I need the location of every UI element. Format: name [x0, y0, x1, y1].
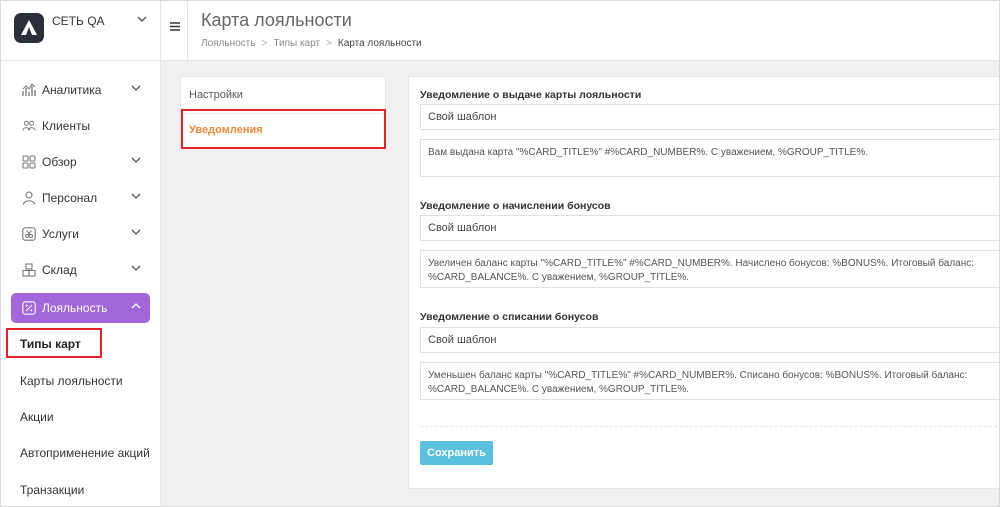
- message-textarea-bonus-accrual[interactable]: Увеличен баланс карты "%CARD_TITLE%" #%C…: [420, 250, 999, 288]
- breadcrumb: Лояльность > Типы карт > Карта лояльност…: [201, 38, 422, 49]
- chevron-down-icon[interactable]: [137, 15, 147, 23]
- brand-name: СЕТЬ QA: [52, 14, 105, 28]
- message-textarea-bonus-writeoff[interactable]: Уменьшен баланс карты "%CARD_TITLE%" #%C…: [420, 362, 999, 400]
- sidebar-item-warehouse[interactable]: Склад: [11, 255, 150, 285]
- message-textarea-card-issue[interactable]: Вам выдана карта "%CARD_TITLE%" #%CARD_N…: [420, 139, 999, 177]
- chevron-down-icon: [131, 229, 141, 235]
- sidebar-item-loyalty[interactable]: Лояльность: [11, 293, 150, 323]
- chart-icon: [22, 83, 36, 97]
- template-select-bonus-accrual[interactable]: Свой шаблон: [420, 215, 999, 241]
- sidebar-item-label: Аналитика: [42, 83, 102, 97]
- chevron-down-icon: [131, 157, 141, 163]
- logo-icon: [21, 20, 37, 35]
- save-button[interactable]: Сохранить: [420, 441, 493, 465]
- grid-icon: [22, 155, 36, 169]
- section-label-card-issue: Уведомление о выдаче карты лояльности: [420, 89, 642, 101]
- sidebar-item-label: Склад: [42, 263, 77, 277]
- percent-icon: [22, 301, 36, 315]
- template-select-card-issue[interactable]: Свой шаблон: [420, 104, 999, 130]
- sidebar-item-overview[interactable]: Обзор: [11, 147, 150, 177]
- page-header: Карта лояльности Лояльность > Типы карт …: [161, 1, 999, 61]
- app-frame: СЕТЬ QA Аналитика Клиенты Обзор Персонал…: [0, 0, 1000, 507]
- tab-settings[interactable]: Настройки: [189, 89, 243, 101]
- highlight-box: [6, 328, 102, 358]
- page-title: Карта лояльности: [201, 10, 352, 30]
- users-icon: [22, 119, 36, 133]
- chevron-down-icon: [131, 265, 141, 271]
- breadcrumb-current: Карта лояльности: [337, 38, 422, 49]
- sidebar-item-label: Клиенты: [42, 119, 91, 133]
- sidebar-item-label: Услуги: [42, 227, 79, 241]
- breadcrumb-item[interactable]: Типы карт: [273, 38, 320, 49]
- sidebar-subitem-transactions[interactable]: Транзакции: [20, 483, 84, 497]
- sidebar-item-label: Персонал: [42, 191, 98, 205]
- section-label-bonus-writeoff: Уведомление о списании бонусов: [420, 311, 599, 323]
- sidebar-item-label: Обзор: [42, 155, 77, 169]
- notifications-form: Уведомление о выдаче карты лояльности Св…: [408, 76, 999, 489]
- boxes-icon: [22, 263, 36, 277]
- breadcrumb-item[interactable]: Лояльность: [201, 38, 255, 49]
- breadcrumb-separator: >: [261, 38, 268, 49]
- menu-icon[interactable]: [170, 22, 180, 31]
- chevron-down-icon: [131, 193, 141, 199]
- template-select-bonus-writeoff[interactable]: Свой шаблон: [420, 327, 999, 353]
- brand-logo: [14, 13, 44, 43]
- form-divider: [420, 426, 999, 427]
- sidebar-item-services[interactable]: Услуги: [11, 219, 150, 249]
- person-icon: [22, 191, 36, 205]
- header-divider: [187, 1, 188, 61]
- sidebar-subitem-loyalty-cards[interactable]: Карты лояльности: [20, 374, 123, 388]
- chevron-down-icon: [131, 85, 141, 91]
- breadcrumb-separator: >: [326, 38, 332, 49]
- scissors-icon: [22, 227, 36, 241]
- section-label-bonus-accrual: Уведомление о начислении бонусов: [420, 200, 611, 212]
- sidebar-subitem-auto-promotions[interactable]: Автоприменение акций: [20, 446, 150, 460]
- brand-switcher[interactable]: СЕТЬ QA: [1, 1, 161, 61]
- sidebar-subitem-promotions[interactable]: Акции: [20, 410, 54, 424]
- sidebar: СЕТЬ QA Аналитика Клиенты Обзор Персонал…: [1, 1, 161, 506]
- sidebar-item-staff[interactable]: Персонал: [11, 183, 150, 213]
- highlight-box: [181, 109, 386, 149]
- chevron-up-icon: [131, 303, 141, 309]
- sidebar-item-clients[interactable]: Клиенты: [11, 111, 150, 141]
- sidebar-item-analytics[interactable]: Аналитика: [11, 75, 150, 105]
- sidebar-item-label: Лояльность: [42, 301, 108, 315]
